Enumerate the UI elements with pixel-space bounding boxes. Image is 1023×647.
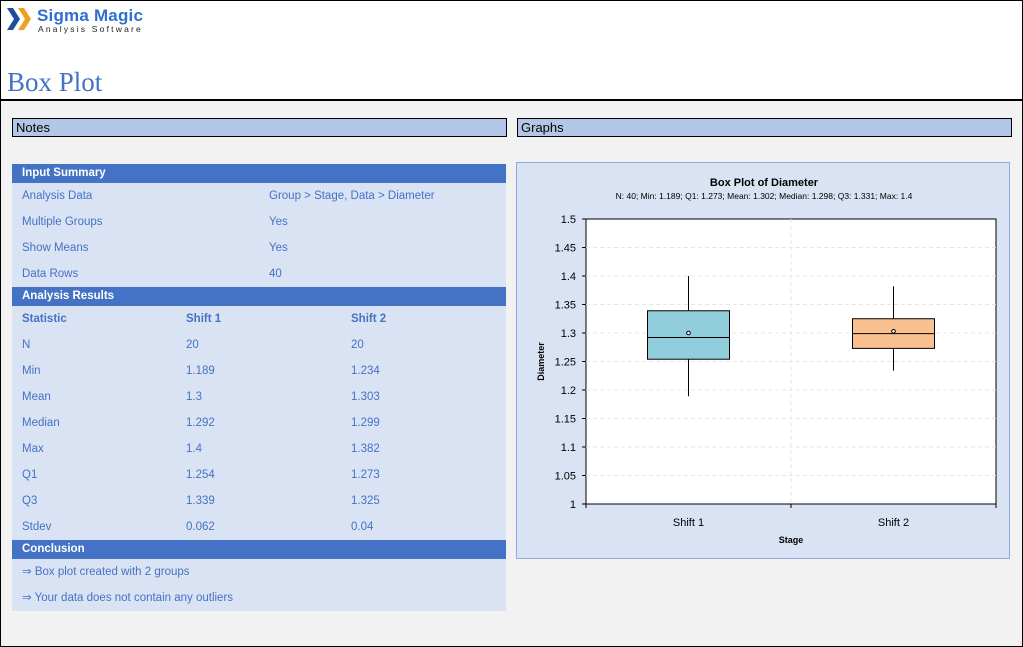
box-mean-marker	[686, 330, 691, 336]
results-shift1: 1.339	[186, 495, 215, 507]
results-shift2: 1.382	[351, 443, 380, 455]
chart-title: Box Plot of Diameter	[710, 177, 819, 189]
input-summary-label: Show Means	[22, 242, 89, 254]
results-shift1: 1.292	[186, 417, 215, 429]
results-shift2: 1.234	[351, 365, 380, 377]
y-tick-label: 1.1	[561, 442, 576, 454]
input-summary-row: Show Means Yes	[12, 235, 506, 261]
input-summary-row: Analysis Data Group > Stage, Data > Diame…	[12, 183, 506, 209]
results-shift1: 1.3	[186, 391, 202, 403]
results-stat: N	[22, 339, 31, 351]
conclusion-item: ⇒ Your data does not contain any outlier…	[22, 592, 234, 604]
input-summary-label: Analysis Data	[22, 190, 93, 202]
y-tick-label: 1.15	[555, 414, 576, 426]
results-shift2: 20	[351, 339, 364, 351]
results-shift2: 1.299	[351, 417, 380, 429]
input-summary-row: Data Rows 40	[12, 261, 506, 287]
input-summary-value: Yes	[269, 242, 288, 254]
results-row: Stdev 0.062 0.04	[12, 514, 506, 540]
logo: Sigma Magic Analysis Software	[7, 6, 157, 34]
box-mean-marker	[891, 328, 896, 334]
results-shift2: 1.325	[351, 495, 380, 507]
conclusion-header: Conclusion	[12, 540, 506, 559]
results-row: Median 1.292 1.299	[12, 410, 506, 436]
results-shift1: 20	[186, 339, 199, 351]
results-row: Mean 1.3 1.303	[12, 384, 506, 410]
chevron-logo-icon	[7, 8, 31, 30]
notes-section-header: Notes	[12, 118, 507, 137]
results-shift2: 1.273	[351, 469, 380, 481]
results-stat: Median	[22, 417, 60, 429]
report-header: Sigma Magic Analysis Software Box Plot	[1, 1, 1022, 101]
input-summary-header: Input Summary	[12, 164, 506, 183]
y-tick-label: 1.45	[555, 243, 576, 255]
graphs-section-header: Graphs	[517, 118, 1012, 137]
results-stat: Stdev	[22, 521, 52, 533]
y-tick-label: 1.5	[561, 214, 576, 226]
results-header-row: Statistic Shift 1 Shift 2	[12, 306, 506, 332]
x-tick-label: Shift 1	[673, 517, 704, 529]
results-col-shift1: Shift 1	[186, 313, 222, 325]
input-summary-value: Group > Stage, Data > Diameter	[269, 190, 435, 202]
y-tick-label: 1.3	[561, 328, 576, 340]
results-row: Min 1.189 1.234	[12, 358, 506, 384]
input-summary-value: Yes	[269, 216, 288, 228]
results-shift1: 1.189	[186, 365, 215, 377]
chart-subtitle: N: 40; Min: 1.189; Q1: 1.273; Mean: 1.30…	[616, 191, 913, 201]
results-col-shift2: Shift 2	[351, 313, 387, 325]
input-summary-label: Data Rows	[22, 268, 79, 280]
y-tick-label: 1.2	[561, 385, 576, 397]
results-row: Max 1.4 1.382	[12, 436, 506, 462]
input-summary-label: Multiple Groups	[22, 216, 103, 228]
y-tick-label: 1	[570, 499, 576, 511]
notes-panel: Input Summary Analysis Data Group > Stage…	[12, 164, 506, 611]
results-shift1: 1.4	[186, 443, 202, 455]
results-stat: Max	[22, 443, 44, 455]
results-row: N 20 20	[12, 332, 506, 358]
results-row: Q1 1.254 1.273	[12, 462, 506, 488]
x-tick-label: Shift 2	[878, 517, 909, 529]
results-col-statistic: Statistic	[22, 313, 67, 325]
analysis-results-header: Analysis Results	[12, 287, 506, 306]
results-shift2: 0.04	[351, 521, 374, 533]
y-tick-label: 1.4	[561, 271, 576, 283]
results-stat: Min	[22, 365, 41, 377]
results-row: Q3 1.339 1.325	[12, 488, 506, 514]
y-tick-label: 1.25	[555, 357, 576, 369]
results-shift1: 1.254	[186, 469, 215, 481]
y-tick-label: 1.05	[555, 471, 576, 483]
input-summary-value: 40	[269, 268, 282, 280]
results-stat: Q3	[22, 495, 38, 507]
logo-brand: Sigma Magic	[37, 6, 144, 25]
logo-tagline: Analysis Software	[38, 24, 143, 34]
page-title: Box Plot	[7, 67, 103, 97]
results-shift1: 0.062	[186, 521, 215, 533]
results-shift2: 1.303	[351, 391, 380, 403]
results-stat: Q1	[22, 469, 38, 481]
conclusion-item: ⇒ Box plot created with 2 groups	[22, 566, 190, 578]
input-summary-row: Multiple Groups Yes	[12, 209, 506, 235]
y-axis-label: Diameter	[536, 342, 546, 381]
box-plot-chart: Box Plot of Diameter N: 40; Min: 1.189; Q…	[536, 177, 997, 545]
y-tick-label: 1.35	[555, 300, 576, 312]
x-axis-label: Stage	[779, 535, 804, 545]
graph-panel: Box Plot of Diameter N: 40; Min: 1.189; Q…	[516, 162, 1010, 559]
results-stat: Mean	[22, 391, 51, 403]
